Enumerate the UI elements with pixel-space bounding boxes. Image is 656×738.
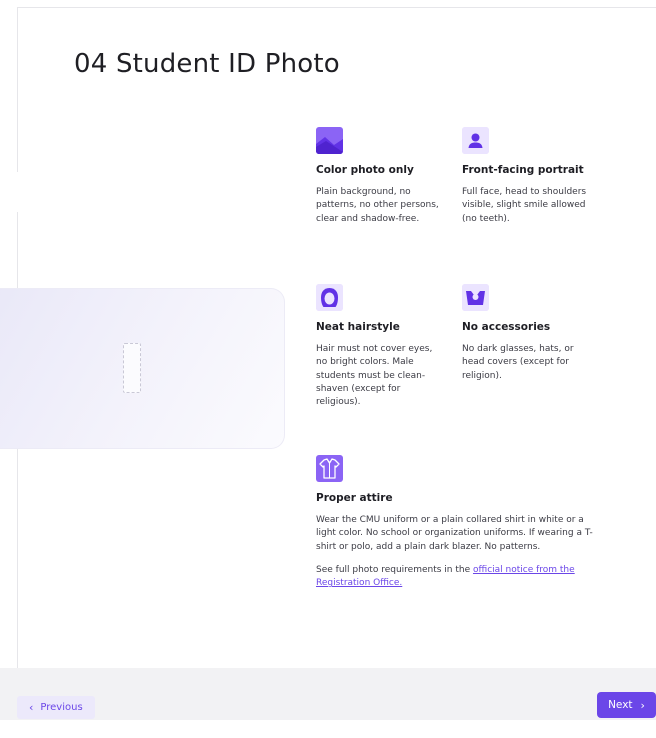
requirement-description: No dark glasses, hats, or head covers (e… bbox=[462, 344, 574, 381]
photo-placeholder[interactable] bbox=[123, 343, 141, 393]
requirement-front-facing: Front-facing portrait Full face, head to… bbox=[462, 127, 594, 226]
next-label: Next bbox=[608, 699, 633, 711]
requirement-title: Color photo only bbox=[316, 164, 414, 176]
photo-upload-area[interactable] bbox=[0, 288, 285, 449]
requirement-description: Full face, head to shoulders visible, sl… bbox=[462, 187, 587, 224]
requirement-description: Plain background, no patterns, no other … bbox=[316, 187, 439, 224]
requirement-color-photo: Color photo only Plain background, no pa… bbox=[316, 127, 442, 226]
requirement-title: Front-facing portrait bbox=[462, 164, 584, 176]
previous-label: Previous bbox=[40, 702, 83, 713]
requirement-title: Neat hairstyle bbox=[316, 321, 400, 333]
divider bbox=[0, 172, 20, 212]
page-title: 04 Student ID Photo bbox=[74, 49, 340, 79]
requirement-hairstyle: Neat hairstyle Hair must not cover eyes,… bbox=[316, 284, 442, 410]
chevron-left-icon: ‹ bbox=[29, 701, 34, 714]
hairstyle-icon bbox=[316, 284, 343, 311]
previous-button[interactable]: ‹ Previous bbox=[17, 696, 95, 719]
shirt-icon bbox=[316, 455, 343, 482]
requirement-description: Hair must not cover eyes, no bright colo… bbox=[316, 344, 433, 408]
page-bottom bbox=[0, 720, 656, 738]
no-accessories-icon bbox=[462, 284, 489, 311]
note-text: See full photo requirements in the bbox=[316, 564, 473, 575]
requirement-description: Wear the CMU uniform or a plain collared… bbox=[316, 515, 593, 552]
chevron-right-icon: › bbox=[640, 698, 645, 712]
next-button[interactable]: Next › bbox=[597, 692, 656, 718]
requirements-note: See full photo requirements in the offic… bbox=[316, 564, 596, 591]
wizard-footer bbox=[0, 668, 656, 720]
requirement-title: No accessories bbox=[462, 321, 551, 333]
requirement-proper-attire: Proper attire Wear the CMU uniform or a … bbox=[316, 455, 596, 591]
requirement-title: Proper attire bbox=[316, 492, 393, 504]
requirement-no-accessories: No accessories No dark glasses, hats, or… bbox=[462, 284, 594, 383]
person-portrait-icon bbox=[462, 127, 489, 154]
landscape-photo-icon bbox=[316, 127, 343, 154]
